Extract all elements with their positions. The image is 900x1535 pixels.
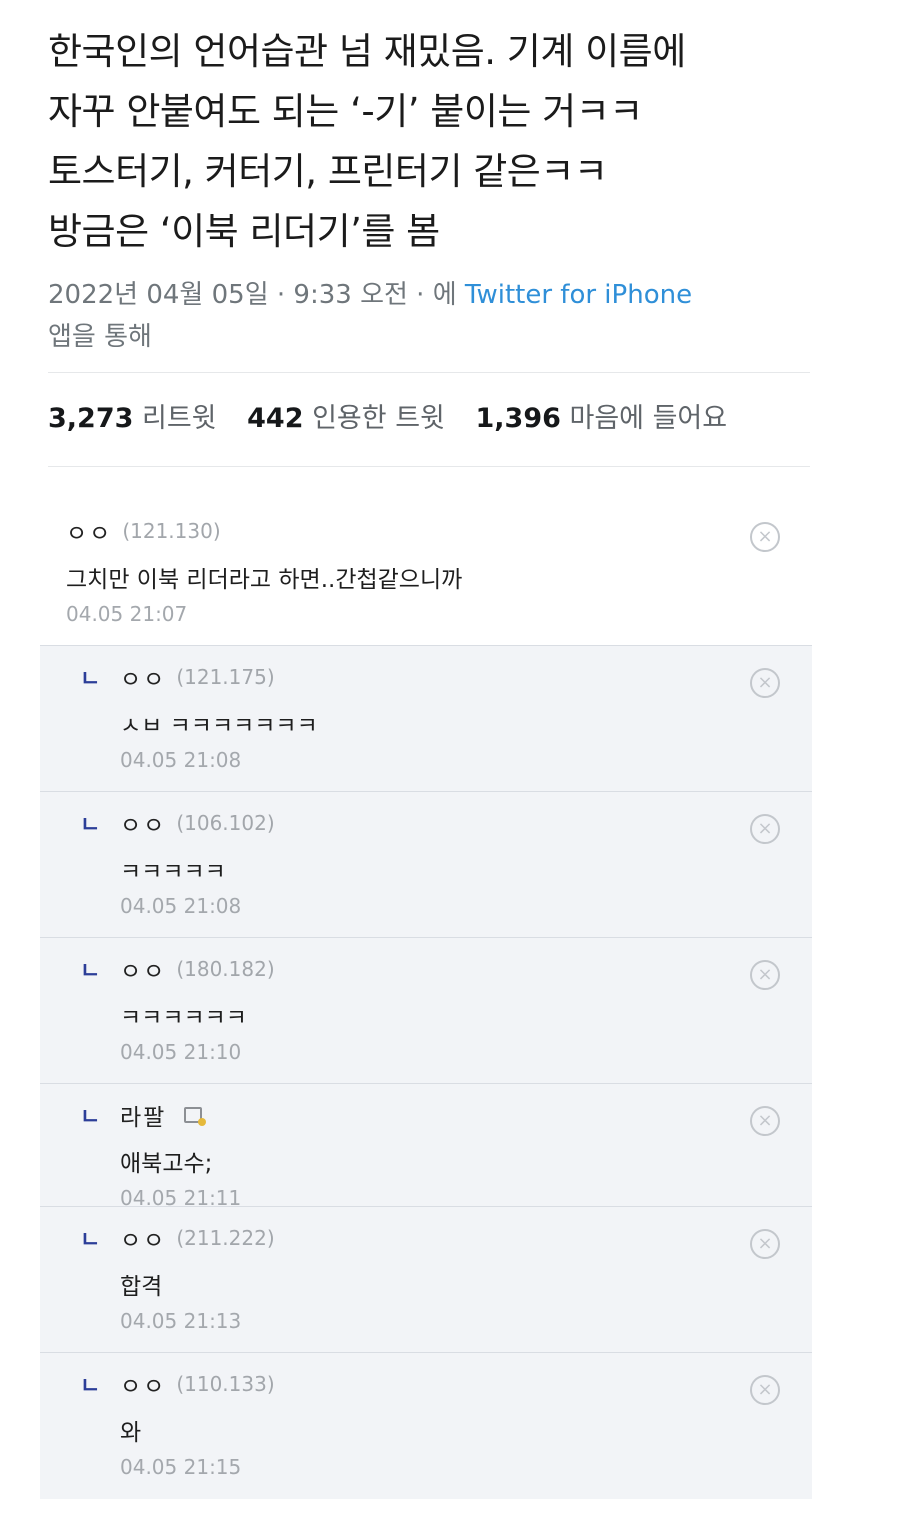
comment-text: ㅋㅋㅋㅋㅋㅋ <box>120 1005 247 1031</box>
reply-item: ㄴ ㅇㅇ (106.102) ㅋㅋㅋㅋㅋ 04.05 21:08 × <box>40 792 812 938</box>
reply-item: ㄴ ㅇㅇ (211.222) 합격 04.05 21:13 × <box>40 1207 812 1353</box>
tweet-text: 한국인의 언어습관 넘 재밌음. 기계 이름에 자꾸 안붙여도 되는 ‘-기’ … <box>48 22 818 262</box>
comment-nickname[interactable]: ㅇㅇ <box>120 1367 166 1401</box>
delete-icon[interactable]: × <box>750 1375 780 1405</box>
quote-label[interactable]: 인용한 트윗 <box>312 403 445 434</box>
delete-icon[interactable]: × <box>750 522 780 552</box>
comment-ip: (106.102) <box>176 811 275 835</box>
comment-ip: (121.175) <box>176 665 275 689</box>
reply-arrow-icon: ㄴ <box>80 813 101 838</box>
tweet-meta-suffix: 앱을 통해 <box>48 322 152 352</box>
like-label[interactable]: 마음에 들어요 <box>569 403 727 434</box>
comment-date: 04.05 21:15 <box>120 1455 242 1479</box>
reply-item: ㄴ ㅇㅇ (110.133) 와 04.05 21:15 × <box>40 1353 812 1499</box>
comment-ip: (110.133) <box>176 1372 275 1396</box>
comment-nickname[interactable]: ㅇㅇ <box>120 952 166 986</box>
comment-text: 와 <box>120 1420 142 1446</box>
comment-nickname[interactable]: ㅇㅇ <box>120 1221 166 1255</box>
comment-text: 합격 <box>120 1274 163 1300</box>
divider <box>48 372 810 373</box>
comment-date: 04.05 21:08 <box>120 894 242 918</box>
comment-date: 04.05 21:07 <box>66 602 188 626</box>
comment-nickname[interactable]: ㅇㅇ <box>120 660 166 694</box>
comment-text: ㅋㅋㅋㅋㅋ <box>120 859 226 885</box>
retweet-label[interactable]: 리트윗 <box>142 403 217 434</box>
reply-arrow-icon: ㄴ <box>80 667 101 692</box>
reply-item: ㄴ 라팔 애북고수; 04.05 21:11 × <box>40 1084 812 1210</box>
comment-ip: (211.222) <box>176 1226 275 1250</box>
reply-arrow-icon: ㄴ <box>80 959 101 984</box>
comment-ip: (121.130) <box>122 519 221 543</box>
retweet-count[interactable]: 3,273 <box>48 403 133 434</box>
tweet-line: 방금은 ‘이북 리더기’를 봄 <box>48 210 440 253</box>
divider <box>48 466 810 467</box>
delete-icon[interactable]: × <box>750 668 780 698</box>
quote-count[interactable]: 442 <box>247 403 303 434</box>
tweet-meta: 2022년 04월 05일 · 9:33 오전 · 에 Twitter for … <box>48 274 818 358</box>
reply-arrow-icon: ㄴ <box>80 1228 101 1253</box>
delete-icon[interactable]: × <box>750 1229 780 1259</box>
tweet-stats: 3,273 리트윗 442 인용한 트윗 1,396 마음에 들어요 <box>48 396 727 435</box>
comment-date: 04.05 21:10 <box>120 1040 242 1064</box>
tweet-card: 한국인의 언어습관 넘 재밌음. 기계 이름에 자꾸 안붙여도 되는 ‘-기’ … <box>48 22 818 358</box>
reply-arrow-icon: ㄴ <box>80 1374 101 1399</box>
like-count[interactable]: 1,396 <box>475 403 560 434</box>
comment-nickname[interactable]: ㅇㅇ <box>66 514 112 548</box>
delete-icon[interactable]: × <box>750 1106 780 1136</box>
delete-icon[interactable]: × <box>750 960 780 990</box>
reply-arrow-icon: ㄴ <box>80 1105 101 1130</box>
comment-ip: (180.182) <box>176 957 275 981</box>
tweet-line: 한국인의 언어습관 넘 재밌음. 기계 이름에 <box>48 30 686 73</box>
tweet-line: 토스터기, 커터기, 프린터기 같은ㅋㅋ <box>48 150 608 193</box>
delete-icon[interactable]: × <box>750 814 780 844</box>
comment-text: ㅅㅂ ㅋㅋㅋㅋㅋㅋㅋ <box>120 713 318 739</box>
comment-nickname[interactable]: 라팔 <box>120 1098 166 1132</box>
comment-item: ㅇㅇ (121.130) 그치만 이북 리더라고 하면..간첩같으니까 04.0… <box>40 500 812 646</box>
member-badge-icon <box>184 1107 207 1126</box>
reply-item: ㄴ ㅇㅇ (121.175) ㅅㅂ ㅋㅋㅋㅋㅋㅋㅋ 04.05 21:08 × <box>40 646 812 792</box>
comment-date: 04.05 21:08 <box>120 748 242 772</box>
comment-text: 그치만 이북 리더라고 하면..간첩같으니까 <box>66 567 463 593</box>
reply-item: ㄴ ㅇㅇ (180.182) ㅋㅋㅋㅋㅋㅋ 04.05 21:10 × <box>40 938 812 1084</box>
tweet-timestamp: 2022년 04월 05일 · 9:33 오전 · 에 <box>48 280 465 310</box>
comment-list: ㅇㅇ (121.130) 그치만 이북 리더라고 하면..간첩같으니까 04.0… <box>40 500 812 1499</box>
comment-date: 04.05 21:13 <box>120 1309 242 1333</box>
client-link[interactable]: Twitter for iPhone <box>465 280 692 310</box>
comment-text: 애북고수; <box>120 1151 213 1177</box>
comment-nickname[interactable]: ㅇㅇ <box>120 806 166 840</box>
tweet-line: 자꾸 안붙여도 되는 ‘-기’ 붙이는 거ㅋㅋ <box>48 90 643 133</box>
